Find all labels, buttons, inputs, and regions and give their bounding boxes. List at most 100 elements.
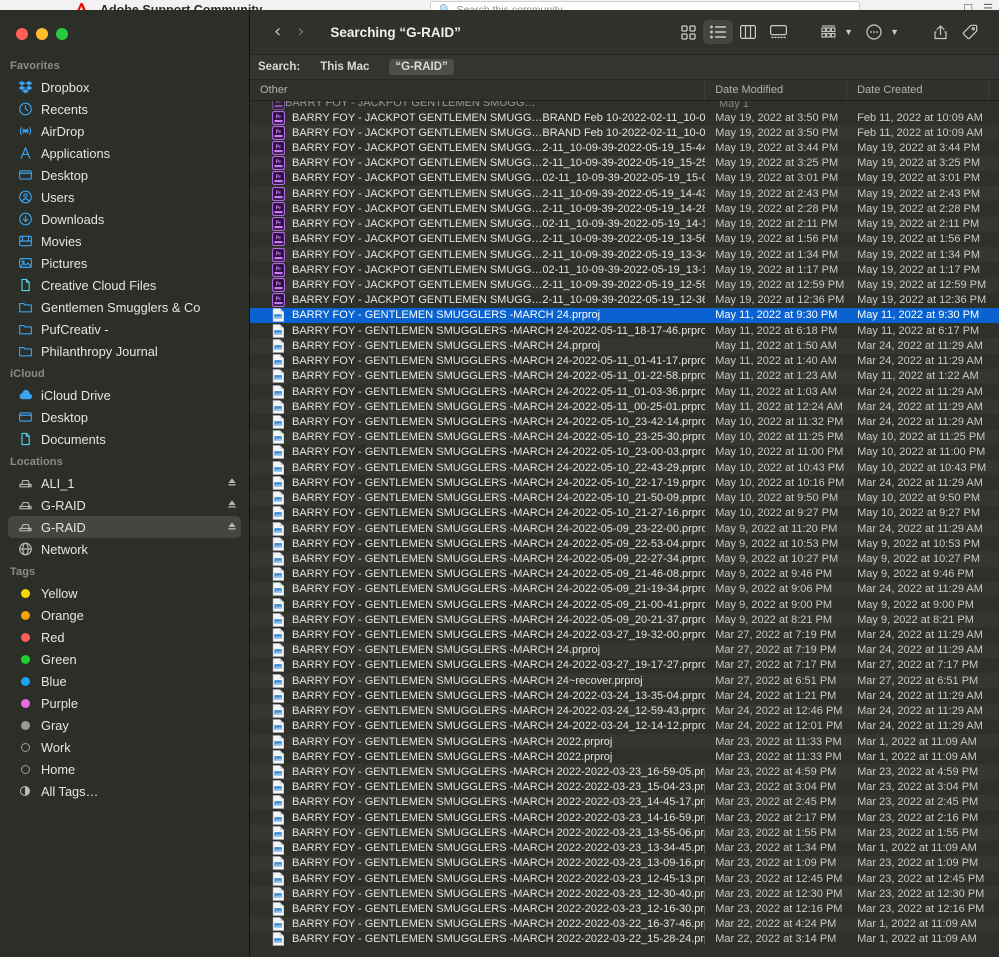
- file-name-cell[interactable]: BARRY FOY - GENTLEMEN SMUGGLERS -MARCH 2…: [250, 750, 705, 764]
- sidebar-item-g-raid[interactable]: G-RAID: [8, 494, 241, 516]
- table-row[interactable]: BARRY FOY - GENTLEMEN SMUGGLERS -MARCH 2…: [250, 810, 999, 825]
- file-name-cell[interactable]: BARRY FOY - GENTLEMEN SMUGGLERS -MARCH 2…: [250, 795, 705, 809]
- share-icon[interactable]: [925, 20, 955, 44]
- file-name-cell[interactable]: PrBARRY FOY - JACKPOT GENTLEMEN SMUGG…BR…: [250, 126, 705, 140]
- file-name-cell[interactable]: PrBARRY FOY - JACKPOT GENTLEMEN SMUGG…2-…: [250, 293, 705, 307]
- table-row[interactable]: BARRY FOY - GENTLEMEN SMUGGLERS -MARCH 2…: [250, 612, 999, 627]
- list-view-icon[interactable]: [703, 20, 733, 44]
- file-name-cell[interactable]: BARRY FOY - GENTLEMEN SMUGGLERS -MARCH 2…: [250, 385, 705, 399]
- table-row[interactable]: BARRY FOY - GENTLEMEN SMUGGLERS -MARCH 2…: [250, 521, 999, 536]
- table-row[interactable]: BARRY FOY - GENTLEMEN SMUGGLERS -MARCH 2…: [250, 932, 999, 947]
- table-row[interactable]: PrBARRY FOY - JACKPOT GENTLEMEN SMUGG…2-…: [250, 140, 999, 155]
- sidebar-item-airdrop[interactable]: AirDrop: [8, 120, 241, 142]
- table-row[interactable]: BARRY FOY - GENTLEMEN SMUGGLERS -MARCH 2…: [250, 901, 999, 916]
- file-name-cell[interactable]: BARRY FOY - GENTLEMEN SMUGGLERS -MARCH 2…: [250, 400, 705, 414]
- table-row[interactable]: BARRY FOY - GENTLEMEN SMUGGLERS -MARCH 2…: [250, 445, 999, 460]
- eject-icon[interactable]: [225, 477, 239, 490]
- sidebar-item-icloud-drive[interactable]: iCloud Drive: [8, 384, 241, 406]
- sidebar-item-work[interactable]: Work: [8, 736, 241, 758]
- table-row-partial[interactable]: PrBARRY FOY - JACKPOT GENTLEMEN SMUGG…Ma…: [250, 101, 999, 110]
- table-row[interactable]: BARRY FOY - GENTLEMEN SMUGGLERS -MARCH 2…: [250, 719, 999, 734]
- file-name-cell[interactable]: BARRY FOY - GENTLEMEN SMUGGLERS -MARCH 2…: [250, 354, 705, 368]
- column-header-name[interactable]: Other: [250, 80, 705, 100]
- table-row[interactable]: PrBARRY FOY - JACKPOT GENTLEMEN SMUGG…02…: [250, 171, 999, 186]
- sidebar-item-gray[interactable]: Gray: [8, 714, 241, 736]
- table-row[interactable]: PrBARRY FOY - JACKPOT GENTLEMEN SMUGG…02…: [250, 217, 999, 232]
- file-name-cell[interactable]: BARRY FOY - GENTLEMEN SMUGGLERS -MARCH 2…: [250, 491, 705, 505]
- file-name-cell[interactable]: PrBARRY FOY - JACKPOT GENTLEMEN SMUGG…2-…: [250, 278, 705, 292]
- file-name-cell[interactable]: BARRY FOY - GENTLEMEN SMUGGLERS -MARCH 2…: [250, 719, 705, 733]
- tag-icon[interactable]: [955, 20, 985, 44]
- file-name-cell[interactable]: PrBARRY FOY - JACKPOT GENTLEMEN SMUGG…2-…: [250, 232, 705, 246]
- sidebar-item-applications[interactable]: Applications: [8, 142, 241, 164]
- table-row[interactable]: BARRY FOY - GENTLEMEN SMUGGLERS -MARCH 2…: [250, 917, 999, 932]
- gallery-view-icon[interactable]: [763, 20, 793, 44]
- table-row[interactable]: BARRY FOY - GENTLEMEN SMUGGLERS -MARCH 2…: [250, 643, 999, 658]
- sidebar-item-movies[interactable]: Movies: [8, 230, 241, 252]
- file-name-cell[interactable]: BARRY FOY - GENTLEMEN SMUGGLERS -MARCH 2…: [250, 613, 705, 627]
- group-icon[interactable]: [813, 20, 843, 44]
- file-name-cell[interactable]: BARRY FOY - GENTLEMEN SMUGGLERS -MARCH 2…: [250, 643, 705, 657]
- table-row[interactable]: BARRY FOY - GENTLEMEN SMUGGLERS -MARCH 2…: [250, 399, 999, 414]
- chevron-down-icon[interactable]: ▼: [890, 27, 899, 37]
- file-name-cell[interactable]: BARRY FOY - GENTLEMEN SMUGGLERS -MARCH 2…: [250, 704, 705, 718]
- table-row[interactable]: BARRY FOY - GENTLEMEN SMUGGLERS -MARCH 2…: [250, 764, 999, 779]
- search-scope-this-mac[interactable]: This Mac: [314, 59, 375, 75]
- table-row[interactable]: BARRY FOY - GENTLEMEN SMUGGLERS -MARCH 2…: [250, 536, 999, 551]
- file-name-cell[interactable]: BARRY FOY - GENTLEMEN SMUGGLERS -MARCH 2…: [250, 674, 705, 688]
- table-row[interactable]: BARRY FOY - GENTLEMEN SMUGGLERS -MARCH 2…: [250, 414, 999, 429]
- table-row[interactable]: BARRY FOY - GENTLEMEN SMUGGLERS -MARCH 2…: [250, 323, 999, 338]
- file-name-cell[interactable]: BARRY FOY - GENTLEMEN SMUGGLERS -MARCH 2…: [250, 811, 705, 825]
- file-name-cell[interactable]: BARRY FOY - GENTLEMEN SMUGGLERS -MARCH 2…: [250, 735, 705, 749]
- table-row[interactable]: PrBARRY FOY - JACKPOT GENTLEMEN SMUGG…2-…: [250, 201, 999, 216]
- column-header-date-modified[interactable]: Date Modified: [705, 80, 847, 100]
- sidebar-item-purple[interactable]: Purple: [8, 692, 241, 714]
- file-name-cell[interactable]: BARRY FOY - GENTLEMEN SMUGGLERS -MARCH 2…: [250, 582, 705, 596]
- sidebar-item-yellow[interactable]: Yellow: [8, 582, 241, 604]
- minimize-button[interactable]: [36, 28, 48, 40]
- sidebar-item-downloads[interactable]: Downloads: [8, 208, 241, 230]
- sidebar-item-philanthropy-journal[interactable]: Philanthropy Journal: [8, 340, 241, 362]
- eject-icon[interactable]: [225, 499, 239, 512]
- file-name-cell[interactable]: BARRY FOY - GENTLEMEN SMUGGLERS -MARCH 2…: [250, 476, 705, 490]
- file-name-cell[interactable]: BARRY FOY - GENTLEMEN SMUGGLERS -MARCH 2…: [250, 628, 705, 642]
- table-row[interactable]: BARRY FOY - GENTLEMEN SMUGGLERS -MARCH 2…: [250, 780, 999, 795]
- file-name-cell[interactable]: BARRY FOY - GENTLEMEN SMUGGLERS -MARCH 2…: [250, 887, 705, 901]
- file-name-cell[interactable]: PrBARRY FOY - JACKPOT GENTLEMEN SMUGG…02…: [250, 217, 705, 231]
- file-name-cell[interactable]: BARRY FOY - GENTLEMEN SMUGGLERS -MARCH 2…: [250, 689, 705, 703]
- file-name-cell[interactable]: BARRY FOY - GENTLEMEN SMUGGLERS -MARCH 2…: [250, 856, 705, 870]
- table-row[interactable]: BARRY FOY - GENTLEMEN SMUGGLERS -MARCH 2…: [250, 567, 999, 582]
- file-name-cell[interactable]: BARRY FOY - GENTLEMEN SMUGGLERS -MARCH 2…: [250, 506, 705, 520]
- chevron-down-icon[interactable]: ▼: [844, 27, 853, 37]
- file-name-cell[interactable]: PrBARRY FOY - JACKPOT GENTLEMEN SMUGG…02…: [250, 171, 705, 185]
- file-name-cell[interactable]: BARRY FOY - GENTLEMEN SMUGGLERS -MARCH 2…: [250, 902, 705, 916]
- file-name-cell[interactable]: BARRY FOY - GENTLEMEN SMUGGLERS -MARCH 2…: [250, 537, 705, 551]
- maximize-button[interactable]: [56, 28, 68, 40]
- group-by-button[interactable]: ▼: [813, 20, 859, 44]
- file-name-cell[interactable]: PrBARRY FOY - JACKPOT GENTLEMEN SMUGG…BR…: [250, 111, 705, 125]
- table-row[interactable]: PrBARRY FOY - JACKPOT GENTLEMEN SMUGG…2-…: [250, 277, 999, 292]
- table-row[interactable]: BARRY FOY - GENTLEMEN SMUGGLERS -MARCH 2…: [250, 460, 999, 475]
- table-row[interactable]: BARRY FOY - GENTLEMEN SMUGGLERS -MARCH 2…: [250, 627, 999, 642]
- more-actions-icon[interactable]: [859, 20, 889, 44]
- icon-view-icon[interactable]: [673, 20, 703, 44]
- column-header-date-created[interactable]: Date Created: [847, 80, 989, 100]
- sidebar-item-orange[interactable]: Orange: [8, 604, 241, 626]
- table-row[interactable]: BARRY FOY - GENTLEMEN SMUGGLERS -MARCH 2…: [250, 475, 999, 490]
- file-name-cell[interactable]: BARRY FOY - GENTLEMEN SMUGGLERS -MARCH 2…: [250, 917, 705, 931]
- table-row[interactable]: BARRY FOY - GENTLEMEN SMUGGLERS -MARCH 2…: [250, 734, 999, 749]
- sidebar-item-pictures[interactable]: Pictures: [8, 252, 241, 274]
- file-name-cell[interactable]: BARRY FOY - GENTLEMEN SMUGGLERS -MARCH 2…: [250, 445, 705, 459]
- action-menu-button[interactable]: ▼: [859, 20, 905, 44]
- table-row[interactable]: BARRY FOY - GENTLEMEN SMUGGLERS -MARCH 2…: [250, 551, 999, 566]
- file-name-cell[interactable]: PrBARRY FOY - JACKPOT GENTLEMEN SMUGG…02…: [250, 263, 705, 277]
- table-row[interactable]: BARRY FOY - GENTLEMEN SMUGGLERS -MARCH 2…: [250, 338, 999, 353]
- table-row[interactable]: PrBARRY FOY - JACKPOT GENTLEMEN SMUGG…2-…: [250, 186, 999, 201]
- table-row[interactable]: PrBARRY FOY - JACKPOT GENTLEMEN SMUGG…2-…: [250, 156, 999, 171]
- sidebar-item-home[interactable]: Home: [8, 758, 241, 780]
- sidebar-item-g-raid[interactable]: G-RAID: [8, 516, 241, 538]
- sidebar-item-recents[interactable]: Recents: [8, 98, 241, 120]
- table-row[interactable]: BARRY FOY - GENTLEMEN SMUGGLERS -MARCH 2…: [250, 704, 999, 719]
- table-row[interactable]: BARRY FOY - GENTLEMEN SMUGGLERS -MARCH 2…: [250, 841, 999, 856]
- file-name-cell[interactable]: PrBARRY FOY - JACKPOT GENTLEMEN SMUGG…2-…: [250, 141, 705, 155]
